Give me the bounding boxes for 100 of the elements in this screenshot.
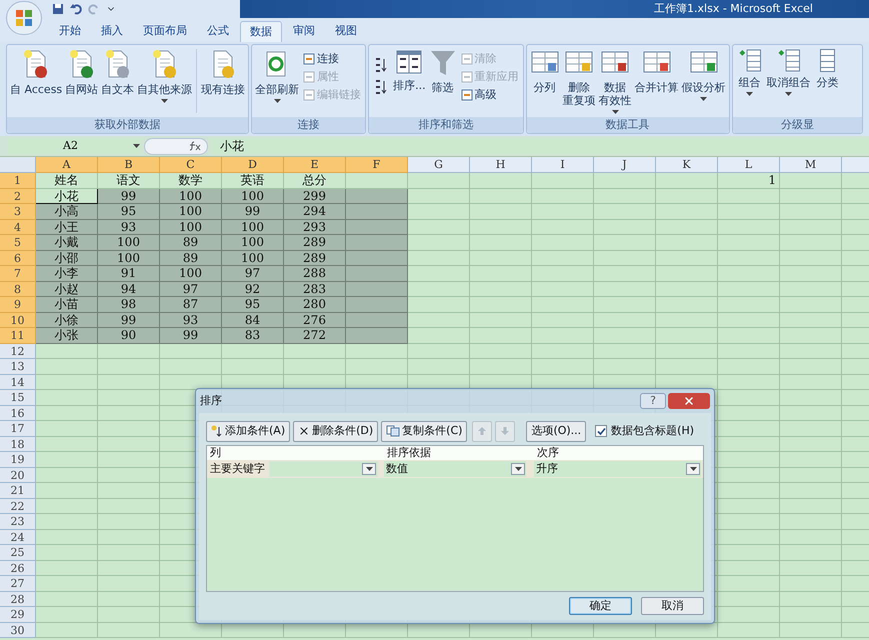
row-header[interactable]: 16 [0,406,36,421]
table-cell: 98 [98,297,160,312]
ribbon-tab[interactable]: 开始 [50,21,90,42]
ribbon-button[interactable]: 自文本 [100,49,136,96]
row-header[interactable]: 14 [0,374,36,390]
row-header[interactable]: 21 [0,483,36,498]
row-header[interactable]: 23 [0,514,36,530]
ribbon-button[interactable]: 删除 重复项 [562,49,597,107]
toolbar-button[interactable]: 复制条件(C) [381,420,468,442]
column-header[interactable]: B [98,157,160,173]
row-header[interactable]: 24 [0,530,36,545]
ribbon-button[interactable]: 排序... [392,49,427,92]
table-cell: 84 [222,312,284,328]
column-header[interactable]: D [222,157,284,173]
row-header[interactable]: 6 [0,250,36,266]
toolbar-button[interactable]: 删除条件(D) [293,420,378,442]
formula-field[interactable]: 小花 [210,138,869,154]
ribbon-tab[interactable]: 视图 [326,21,366,42]
ribbon-tab[interactable]: 页面布局 [134,21,196,42]
group-label: 分级显 [732,117,862,133]
column-header[interactable]: F [346,157,408,173]
ribbon-button[interactable]: 分类 [812,49,843,89]
ribbon-button[interactable]: 合并计算 [634,49,680,94]
ribbon-small-button[interactable]: 高级 [460,87,519,103]
column-header[interactable]: C [160,157,222,173]
table-cell: 100 [160,266,222,282]
table-cell: 280 [284,297,346,312]
column-header[interactable]: G [408,157,470,173]
row-header[interactable]: 7 [0,266,36,282]
ribbon-small-button[interactable]: 连接 [303,51,362,67]
row-header[interactable]: 4 [0,220,36,235]
column-header[interactable]: M [780,157,842,173]
header-checkbox[interactable]: 数据包含标题(H) [595,422,694,440]
row-header[interactable]: 13 [0,359,36,374]
column-header[interactable]: E [284,157,346,173]
column-header[interactable]: I [532,157,594,173]
order-dropdown[interactable]: 升序 [534,461,701,477]
row-header[interactable]: 1 [0,173,36,188]
ribbon-button[interactable]: 组合 [734,49,765,97]
ribbon-button[interactable]: 取消组合 [766,49,812,97]
row-header[interactable]: 9 [0,297,36,312]
ok-button[interactable]: 确定 [569,597,632,615]
row-header[interactable]: 30 [0,622,36,638]
list-column-header: 列 [209,446,222,460]
row-header[interactable]: 26 [0,560,36,576]
column-header[interactable]: H [470,157,532,173]
ribbon-tab[interactable]: 审阅 [284,21,324,42]
row-header[interactable]: 27 [0,576,36,592]
group-label: 数据工具 [526,117,729,133]
table-cell: 293 [284,220,346,235]
row-header[interactable]: 18 [0,436,36,452]
ribbon-button[interactable]: 分列 [528,49,561,94]
table-cell: 小邵 [36,250,98,266]
table-cell: 276 [284,312,346,328]
table-cell: 99 [98,188,160,204]
row-header[interactable]: 2 [0,188,36,204]
row-header[interactable]: 12 [0,344,36,359]
ribbon-button[interactable]: 自其他来源 [136,49,194,104]
name-box[interactable]: A2 [8,138,142,154]
ribbon-button[interactable]: 假设分析 [680,49,727,102]
toolbar-button[interactable]: 添加条件(A) [206,420,290,442]
table-cell: 97 [160,282,222,297]
row-header[interactable]: 20 [0,468,36,483]
row-header[interactable]: 3 [0,204,36,220]
ribbon-tab[interactable]: 数据 [240,21,282,42]
row-header[interactable]: 15 [0,390,36,406]
table-cell: 92 [222,282,284,297]
table-cell: 100 [98,250,160,266]
row-header[interactable]: 19 [0,452,36,468]
ribbon-button[interactable]: 筛选 [428,49,458,94]
row-header[interactable]: 10 [0,312,36,328]
sort-on-dropdown[interactable]: 数值 [384,461,526,477]
options-button[interactable]: 选项(O)... [526,420,586,442]
column-header[interactable]: J [594,157,656,173]
help-button[interactable]: ? [640,393,666,409]
row-header[interactable]: 8 [0,282,36,297]
window-title: 工作簿1.xlsx - Microsoft Excel [654,0,813,17]
column-header[interactable]: L [718,157,780,173]
ribbon-button[interactable]: 自 Access [9,49,64,96]
cancel-button[interactable]: 取消 [641,597,704,615]
column-header[interactable]: A [36,157,98,173]
table-cell: 100 [160,188,222,204]
table-cell: 100 [160,220,222,235]
ribbon-button[interactable]: 自网站 [64,49,100,96]
ribbon-tab[interactable]: 公式 [198,21,238,42]
row-header[interactable]: 25 [0,545,36,560]
table-cell: 1 [718,173,780,188]
table-cell: 294 [284,204,346,220]
ribbon-tab[interactable]: 插入 [92,21,132,42]
row-header[interactable]: 17 [0,421,36,436]
row-header[interactable]: 5 [0,235,36,250]
ribbon-button[interactable]: 现有连接 [200,49,246,96]
row-header[interactable]: 22 [0,498,36,514]
row-header[interactable]: 11 [0,328,36,344]
ribbon-button[interactable]: 数据 有效性 [598,49,633,115]
row-header[interactable]: 28 [0,592,36,607]
ribbon-button[interactable]: 全部刷新 [254,49,300,104]
column-header[interactable]: K [656,157,718,173]
table-cell: 289 [284,235,346,250]
row-header[interactable]: 29 [0,607,36,622]
